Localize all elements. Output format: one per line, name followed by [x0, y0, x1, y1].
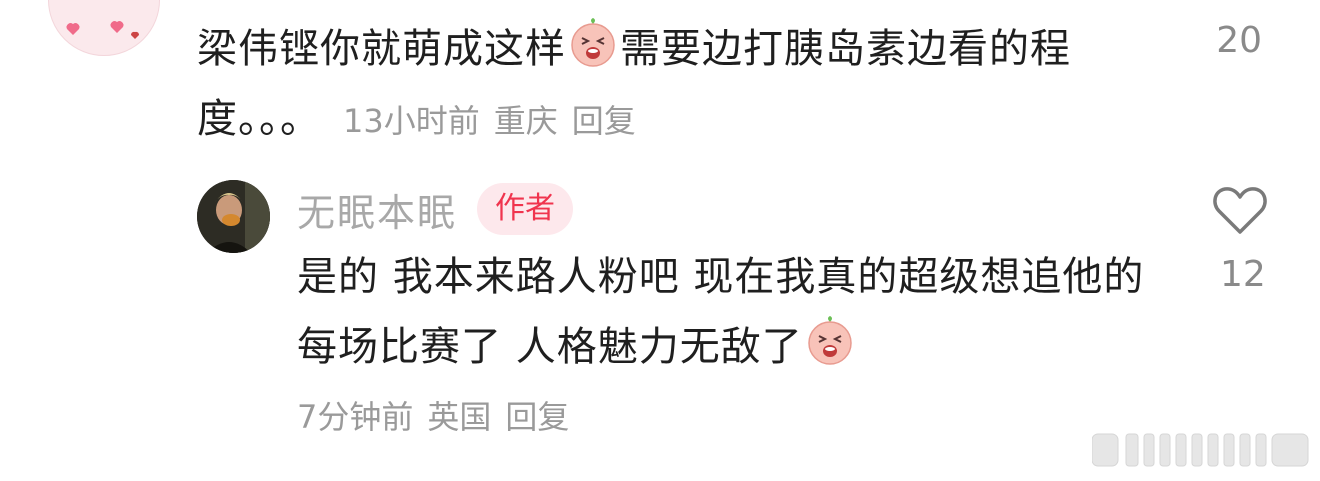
comment-text: 梁伟铿你就萌成这样 需要边打胰岛素边看的程度。。。 13小时前 重庆 回复: [197, 14, 1117, 156]
weibo-watermark-logo: [1092, 433, 1309, 467]
reply-text: 是的 我本来路人粉吧 现在我真的超级想追他的每场比赛了 人格魅力无敌了: [297, 242, 1157, 382]
reply-meta: 7分钟前 英国 回复: [297, 392, 583, 438]
hearts-decoration-icon: [66, 21, 140, 39]
reply-time: 7分钟前: [297, 398, 414, 436]
crying-peach-emoji: [807, 316, 852, 365]
commenter-avatar[interactable]: [48, 0, 160, 56]
user-photo: [197, 180, 270, 253]
reply-location: 英国: [427, 398, 492, 436]
reply-text-content: 是的 我本来路人粉吧 现在我真的超级想追他的每场比赛了 人格魅力无敌了: [297, 254, 1145, 370]
reply-username[interactable]: 无眠本眠: [297, 182, 457, 237]
reply-author-avatar[interactable]: [197, 180, 270, 253]
comment-location: 重庆: [493, 102, 558, 140]
reply-button[interactable]: 回复: [572, 102, 636, 140]
reply-header: 无眠本眠 作者: [297, 181, 574, 237]
crying-peach-emoji: [571, 18, 615, 67]
comment-text-part1: 梁伟铿你就萌成这样: [197, 26, 566, 72]
author-badge: 作者: [477, 183, 574, 235]
comment-time: 13小时前: [343, 102, 480, 140]
heart-outline-icon[interactable]: [1212, 184, 1268, 236]
comment-meta: 13小时前 重庆 回复: [343, 102, 650, 140]
like-count: 12: [1220, 254, 1266, 295]
reply-button[interactable]: 回复: [505, 398, 569, 436]
like-count: 20: [1216, 20, 1262, 61]
